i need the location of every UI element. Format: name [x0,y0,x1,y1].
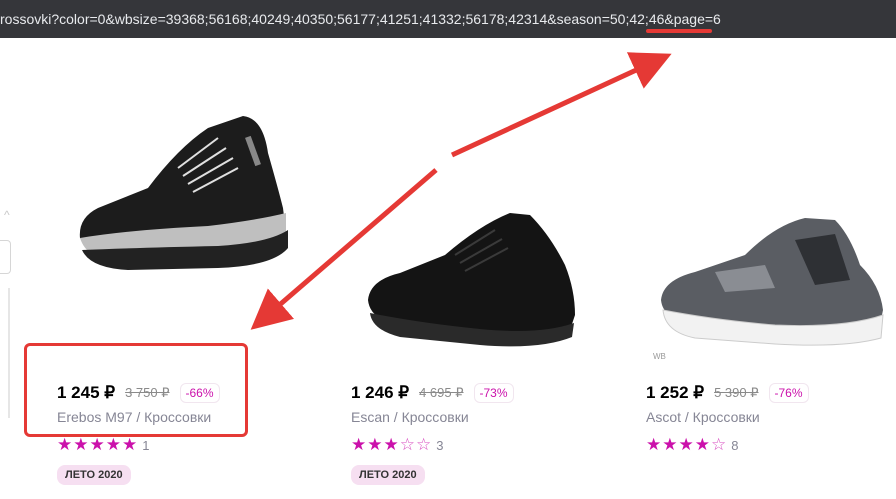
product-image-2[interactable] [360,205,590,350]
review-count: 8 [731,438,739,453]
star-icon: ★ [662,435,679,454]
product-title[interactable]: Ascot / Кроссовки [646,409,760,425]
chevron-up-icon[interactable]: ^ [4,208,10,222]
star-icon: ★ [367,435,384,454]
star-icon: ★ [122,435,139,454]
star-icon: ★ [57,435,74,454]
product-title[interactable]: Escan / Кроссовки [351,409,469,425]
rating-stars: ★★★★☆ 8 [646,435,738,455]
season-badge: ЛЕТО 2020 [351,465,425,485]
old-price: 5 390 ₽ [714,385,759,400]
arrow-to-url [450,52,672,158]
star-outline-icon: ☆ [399,435,416,454]
url-text[interactable]: rossovki?color=0&wbsize=39368;56168;4024… [0,0,721,38]
season-badge: ЛЕТО 2020 [57,465,131,485]
price-row: 1 246 ₽ 4 695 ₽ -73% [351,383,514,403]
price: 1 252 ₽ [646,383,705,402]
star-outline-icon: ☆ [711,435,728,454]
star-icon: ★ [646,435,663,454]
scrollbar-track[interactable] [8,288,10,418]
address-bar[interactable]: rossovki?color=0&wbsize=39368;56168;4024… [0,0,896,38]
star-icon: ★ [73,435,90,454]
annotation-highlight-box [24,343,248,437]
rating-stars: ★★★★★ 1 [57,435,149,455]
page-param-underline [646,29,712,33]
star-icon: ★ [678,435,695,454]
wb-mark: WB [653,352,666,361]
star-icon: ★ [105,435,122,454]
review-count: 1 [142,438,150,453]
star-icon: ★ [694,435,711,454]
star-icon: ★ [89,435,106,454]
star-icon: ★ [351,435,368,454]
product-image-3[interactable] [655,210,895,350]
old-price: 4 695 ₽ [419,385,464,400]
scroll-box[interactable] [0,240,11,274]
discount-badge: -76% [768,383,809,403]
price-row: 1 252 ₽ 5 390 ₽ -76% [646,383,809,403]
star-icon: ★ [383,435,400,454]
discount-badge: -73% [473,383,514,403]
product-image-1[interactable] [68,98,298,288]
price: 1 246 ₽ [351,383,410,402]
rating-stars: ★★★☆☆ 3 [351,435,443,455]
review-count: 3 [436,438,444,453]
star-outline-icon: ☆ [416,435,433,454]
